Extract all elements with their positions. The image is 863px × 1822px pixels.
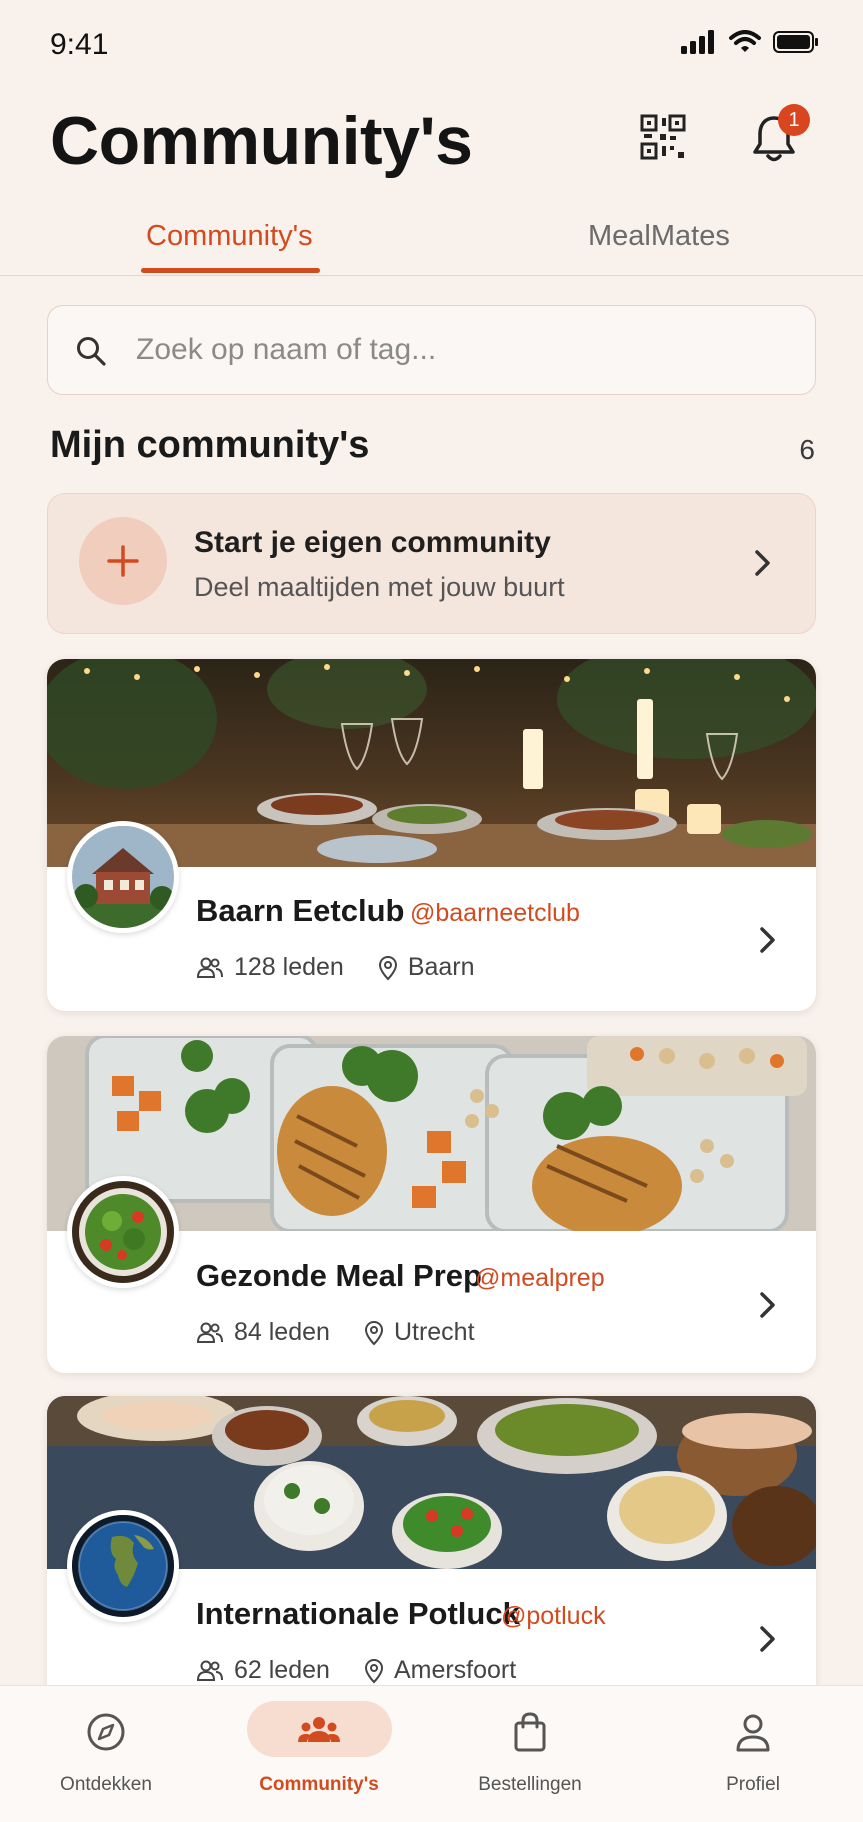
qr-scan-button[interactable] bbox=[640, 114, 690, 164]
header: Community's 1 bbox=[0, 90, 863, 200]
start-community-title: Start je eigen community bbox=[194, 526, 551, 559]
search-input[interactable] bbox=[136, 306, 786, 394]
members-info: 128 leden bbox=[196, 953, 344, 982]
page-title: Community's bbox=[50, 103, 473, 179]
community-meta: 128 leden Baarn bbox=[196, 953, 509, 982]
shopping-bag-icon bbox=[514, 1712, 546, 1752]
community-handle: @mealprep bbox=[475, 1264, 605, 1292]
nav-label: Bestellingen bbox=[478, 1774, 582, 1795]
start-community-subtitle: Deel maaltijden met jouw buurt bbox=[194, 572, 565, 602]
chevron-right-icon bbox=[760, 1626, 775, 1652]
signal-icon bbox=[681, 30, 714, 54]
community-avatar bbox=[67, 1176, 179, 1288]
nav-label: Profiel bbox=[726, 1774, 780, 1795]
people-icon bbox=[196, 1322, 223, 1343]
community-handle: @baarneetclub bbox=[410, 899, 580, 927]
community-card-baarn-eetclub[interactable]: Baarn Eetclub @baarneetclub 128 leden Ba… bbox=[47, 659, 816, 1011]
members-info: 62 leden bbox=[196, 1656, 330, 1685]
community-avatar bbox=[67, 821, 179, 933]
location-name: Utrecht bbox=[393, 1318, 475, 1346]
bottom-navigation: Ontdekken Community's Bestellingen Profi… bbox=[0, 1685, 863, 1822]
community-count: 6 bbox=[799, 434, 815, 465]
location-info: Utrecht bbox=[364, 1318, 475, 1347]
wifi-icon bbox=[729, 30, 761, 52]
community-avatar bbox=[67, 1510, 179, 1622]
location-pin-icon bbox=[364, 1320, 383, 1345]
nav-item-bestellingen[interactable]: Bestellingen bbox=[430, 1686, 630, 1822]
compass-icon bbox=[87, 1713, 125, 1751]
location-name: Amersfoort bbox=[393, 1656, 517, 1684]
nav-label: Community's bbox=[259, 1774, 379, 1795]
community-handle: @potluck bbox=[501, 1602, 606, 1630]
globe-image bbox=[72, 1515, 174, 1617]
tab-bar: Community's MealMates bbox=[0, 210, 863, 276]
tab-communitys[interactable]: Community's bbox=[146, 220, 313, 253]
nav-item-ontdekken[interactable]: Ontdekken bbox=[6, 1686, 206, 1822]
search-icon bbox=[77, 337, 106, 366]
community-meta: 62 leden Amersfoort bbox=[196, 1656, 550, 1685]
people-icon bbox=[196, 1660, 223, 1681]
community-name: Internationale Potluck bbox=[196, 1596, 520, 1631]
tab-mealmates[interactable]: MealMates bbox=[588, 220, 730, 253]
people-icon bbox=[196, 957, 223, 978]
chevron-right-icon bbox=[760, 927, 775, 953]
nav-item-communitys[interactable]: Community's bbox=[219, 1686, 419, 1822]
community-card-internationale-potluck[interactable]: Internationale Potluck @potluck 62 leden… bbox=[47, 1396, 816, 1726]
start-community-card[interactable]: Start je eigen community Deel maaltijden… bbox=[47, 493, 816, 634]
location-info: Baarn bbox=[378, 953, 475, 982]
battery-icon bbox=[773, 31, 818, 53]
status-bar: 9:41 bbox=[0, 0, 863, 90]
person-icon bbox=[736, 1714, 770, 1752]
location-info: Amersfoort bbox=[364, 1656, 516, 1685]
notification-badge: 1 bbox=[778, 104, 810, 136]
people-icon bbox=[298, 1717, 340, 1742]
status-time: 9:41 bbox=[50, 28, 109, 61]
plus-circle bbox=[79, 517, 167, 605]
members-info: 84 leden bbox=[196, 1318, 330, 1347]
members-count: 128 leden bbox=[234, 953, 344, 981]
section-title: Mijn community's bbox=[50, 424, 370, 466]
members-count: 62 leden bbox=[234, 1656, 330, 1684]
community-meta: 84 leden Utrecht bbox=[196, 1318, 509, 1347]
status-icons bbox=[681, 30, 819, 54]
community-name: Gezonde Meal Prep bbox=[196, 1258, 482, 1293]
location-name: Baarn bbox=[407, 953, 475, 981]
search-bar bbox=[47, 305, 816, 395]
location-pin-icon bbox=[364, 1658, 383, 1683]
chevron-right-icon bbox=[755, 550, 770, 576]
community-card-gezonde-meal-prep[interactable]: Gezonde Meal Prep @mealprep 84 leden Utr… bbox=[47, 1036, 816, 1373]
qr-code-icon bbox=[640, 114, 686, 160]
chevron-right-icon bbox=[760, 1292, 775, 1318]
members-count: 84 leden bbox=[234, 1318, 330, 1346]
house-image bbox=[72, 826, 174, 928]
active-tab-indicator bbox=[141, 268, 320, 273]
community-banner-image bbox=[47, 659, 816, 867]
location-pin-icon bbox=[378, 955, 397, 980]
plus-icon bbox=[107, 545, 139, 577]
community-name: Baarn Eetclub bbox=[196, 893, 405, 928]
salad-image bbox=[72, 1181, 174, 1283]
nav-label: Ontdekken bbox=[60, 1774, 152, 1795]
nav-item-profiel[interactable]: Profiel bbox=[653, 1686, 853, 1822]
